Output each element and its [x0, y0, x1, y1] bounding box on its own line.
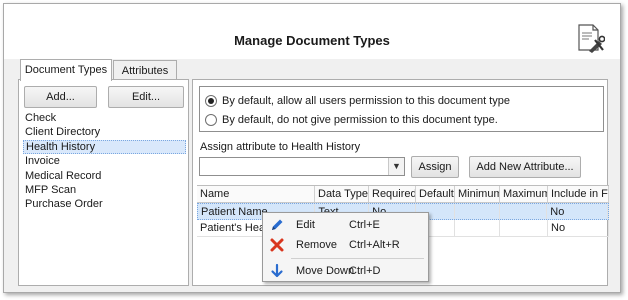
cell-include-in-file: No: [547, 204, 608, 219]
list-item[interactable]: Check: [23, 111, 186, 125]
attribute-select[interactable]: ▼: [199, 157, 405, 176]
column-header-data-type[interactable]: Data Type: [315, 186, 369, 202]
radio-allow[interactable]: [205, 95, 217, 107]
cell-minimum: [455, 220, 500, 236]
add-new-attribute-button[interactable]: Add New Attribute...: [469, 156, 581, 178]
tab-document-types[interactable]: Document Types: [20, 59, 112, 81]
dialog-title: Manage Document Types: [234, 33, 390, 48]
grid-context-menu: Edit Ctrl+E Remove Ctrl+Alt+R Move Down …: [262, 212, 429, 282]
permission-deny-option[interactable]: By default, do not give permission to th…: [205, 112, 498, 128]
permission-options: By default, allow all users permission t…: [199, 86, 604, 132]
list-item[interactable]: Client Directory: [23, 125, 186, 139]
list-item-selected[interactable]: Health History: [23, 139, 186, 155]
context-menu-edit[interactable]: Edit Ctrl+E: [263, 215, 428, 235]
document-settings-icon: [578, 24, 605, 53]
radio-deny[interactable]: [205, 114, 217, 126]
context-menu-edit-shortcut: Ctrl+E: [349, 219, 380, 231]
permission-allow-label: By default, allow all users permission t…: [222, 95, 510, 107]
list-item[interactable]: Purchase Order: [23, 197, 186, 211]
arrow-down-icon: [271, 263, 283, 278]
context-menu-remove-label: Remove: [296, 239, 337, 251]
cell-include-in-file: No: [548, 220, 609, 236]
column-header-maximum[interactable]: Maximum: [500, 186, 548, 202]
assign-button[interactable]: Assign: [411, 156, 459, 178]
list-item[interactable]: Medical Record: [23, 169, 186, 183]
context-menu-remove-shortcut: Ctrl+Alt+R: [349, 239, 400, 251]
column-header-include-in-file[interactable]: Include in File: [548, 186, 609, 202]
context-menu-move-down-shortcut: Ctrl+D: [349, 265, 381, 277]
add-document-type-button[interactable]: Add...: [24, 86, 97, 108]
column-header-name[interactable]: Name: [197, 186, 315, 202]
column-header-required[interactable]: Required: [369, 186, 416, 202]
dialog-header: Manage Document Types: [4, 4, 620, 59]
cell-maximum: [500, 220, 548, 236]
context-menu-edit-label: Edit: [296, 219, 315, 231]
permission-allow-option[interactable]: By default, allow all users permission t…: [205, 93, 510, 109]
cell-maximum: [500, 204, 548, 219]
context-menu-remove[interactable]: Remove Ctrl+Alt+R: [263, 235, 428, 255]
tab-attributes[interactable]: Attributes: [113, 60, 177, 80]
cell-minimum: [455, 204, 500, 219]
context-menu-move-down-label: Move Down: [296, 265, 355, 277]
column-header-default[interactable]: Default: [416, 186, 455, 202]
column-header-minimum[interactable]: Minimum: [455, 186, 500, 202]
assign-attribute-label: Assign attribute to Health History: [200, 141, 361, 153]
document-types-panel: Add... Edit... Check Client Directory He…: [18, 79, 189, 286]
context-menu-separator: [291, 258, 424, 259]
edit-document-type-button[interactable]: Edit...: [108, 86, 184, 108]
manage-document-types-window: Manage Document Types Document Types Att…: [3, 3, 621, 293]
red-x-icon: [270, 238, 284, 252]
grid-header: Name Data Type Required Default Minimum …: [197, 186, 609, 203]
context-menu-move-down[interactable]: Move Down Ctrl+D: [263, 261, 428, 281]
list-item[interactable]: Invoice: [23, 154, 186, 168]
chevron-down-icon[interactable]: ▼: [388, 158, 404, 175]
permission-deny-label: By default, do not give permission to th…: [222, 114, 498, 126]
document-type-list: Check Client Directory Health History In…: [23, 111, 186, 281]
list-item[interactable]: MFP Scan: [23, 183, 186, 197]
pencil-icon: [272, 219, 283, 230]
